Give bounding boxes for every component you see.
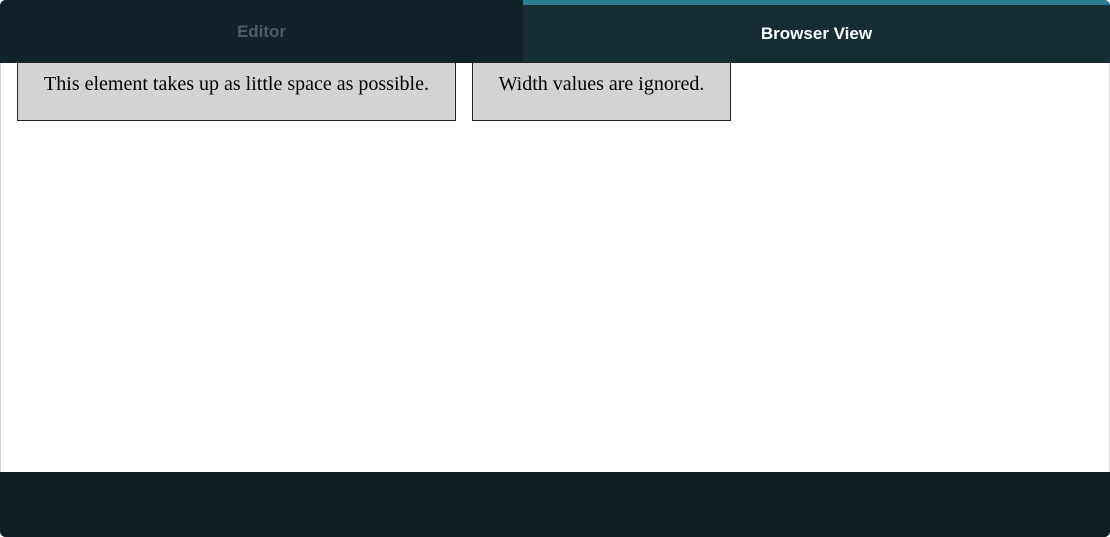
- footer-bar: [0, 472, 1110, 537]
- demo-element-inline-block: This element takes up as little space as…: [17, 62, 456, 121]
- demo-element-width-ignored: Width values are ignored.: [472, 62, 731, 121]
- tab-browser-view[interactable]: Browser View: [523, 0, 1110, 63]
- app-frame: Editor Browser View This element takes u…: [0, 0, 1110, 537]
- browser-viewport: This element takes up as little space as…: [0, 62, 1110, 472]
- tab-editor[interactable]: Editor: [0, 0, 523, 63]
- tab-bar: Editor Browser View: [0, 0, 1110, 63]
